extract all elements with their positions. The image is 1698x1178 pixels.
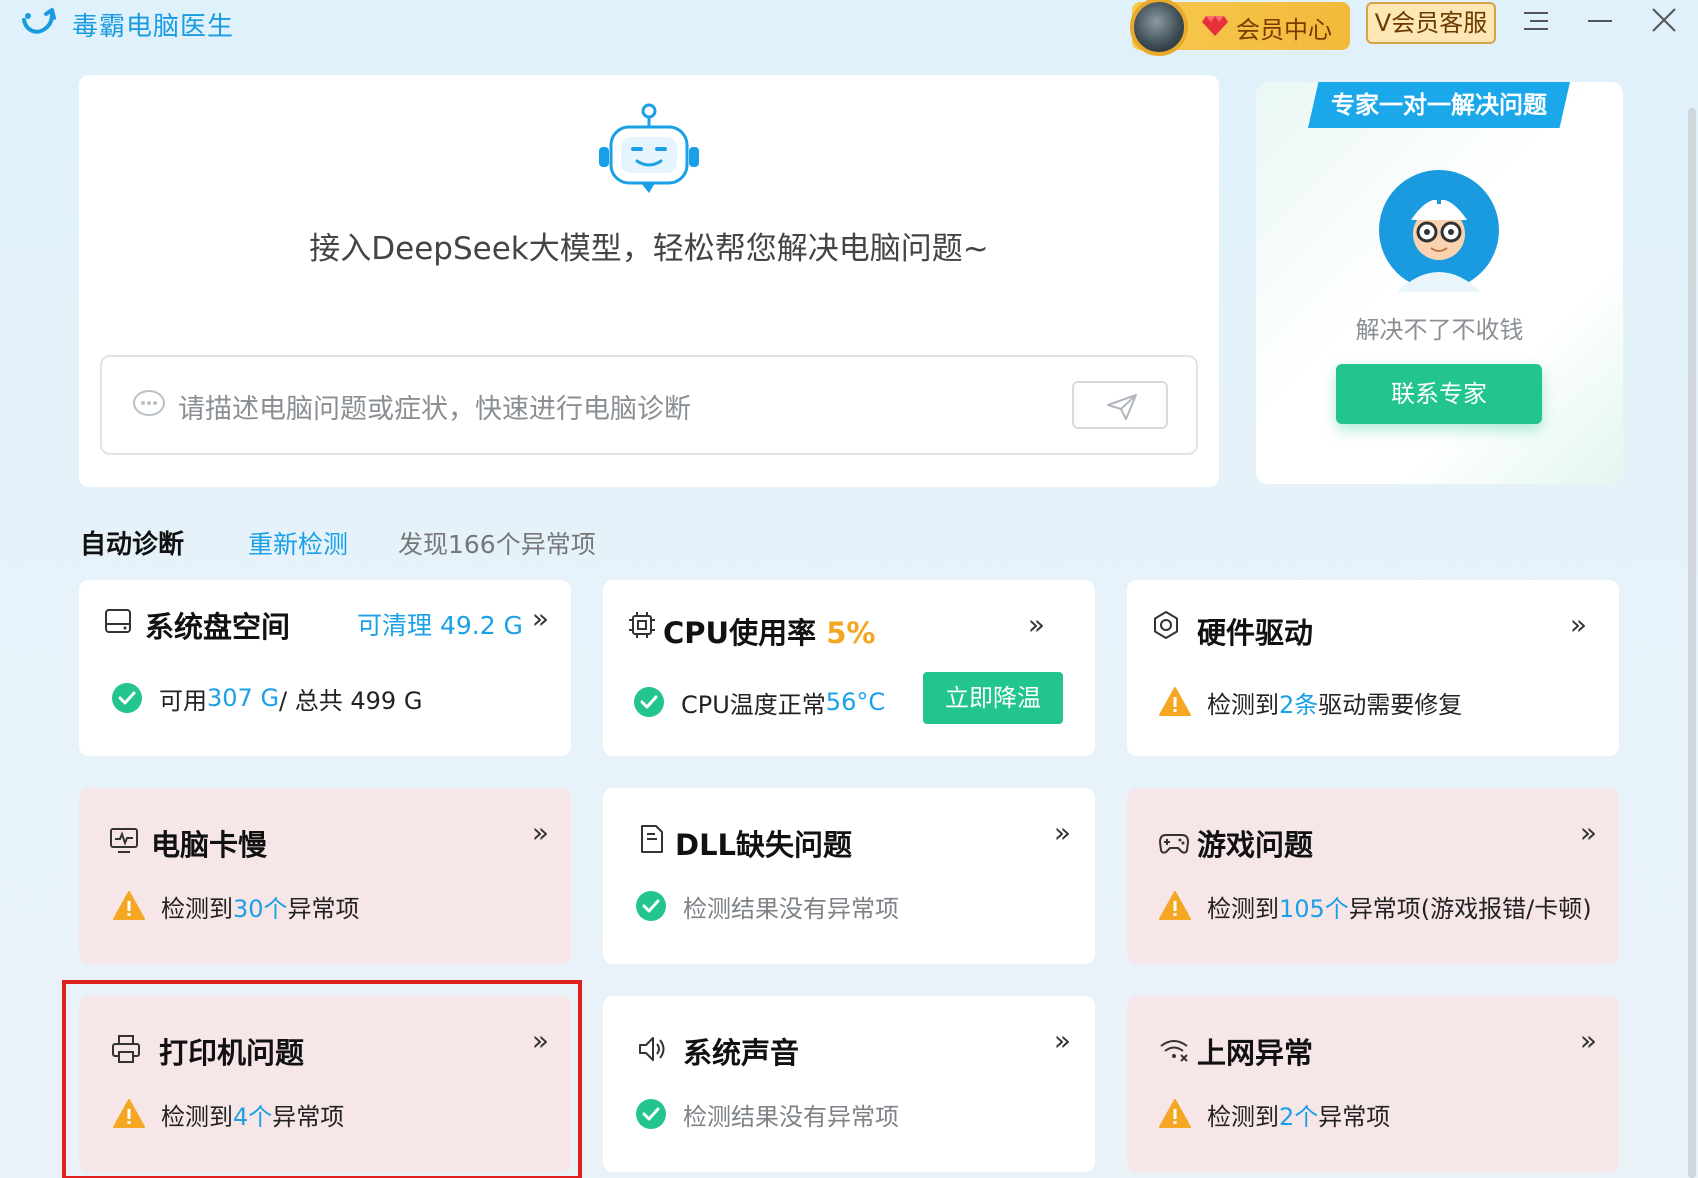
status-text: / 总共 499 G bbox=[279, 686, 423, 715]
card-status: CPU温度正常 56°C bbox=[633, 684, 885, 720]
card-title: 电脑卡慢 bbox=[151, 828, 268, 862]
monitor-icon bbox=[110, 828, 138, 853]
chevron-double-right-icon[interactable]: » bbox=[532, 816, 549, 849]
dll-file-icon bbox=[641, 825, 663, 853]
robot-icon bbox=[599, 103, 699, 193]
doctor-avatar-icon bbox=[1379, 170, 1499, 292]
chat-bubble-icon bbox=[133, 390, 165, 416]
card-title: 游戏问题 bbox=[1197, 828, 1314, 862]
card-title: 系统声音 bbox=[683, 1036, 800, 1070]
menu-icon[interactable] bbox=[1516, 6, 1556, 42]
card-slow-pc[interactable]: 电脑卡慢 » 检测到 30个 异常项 bbox=[79, 788, 571, 964]
status-text: 检测到 bbox=[161, 894, 233, 923]
warning-icon bbox=[1159, 687, 1191, 716]
close-icon[interactable] bbox=[1644, 6, 1684, 42]
check-circle-icon bbox=[634, 687, 664, 717]
expert-ribbon: 专家一对一解决问题 bbox=[1308, 82, 1570, 128]
disk-icon bbox=[105, 609, 131, 633]
chevron-double-right-icon[interactable]: » bbox=[1570, 608, 1587, 641]
status-value: 2个 bbox=[1279, 1102, 1319, 1131]
status-value: 105个 bbox=[1279, 894, 1349, 923]
warning-icon bbox=[113, 891, 145, 920]
scrollbar[interactable] bbox=[1688, 108, 1696, 1178]
card-game-issues[interactable]: 游戏问题 » 检测到 105个 异常项(游戏报错/卡顿) bbox=[1127, 788, 1619, 964]
chevron-double-right-icon[interactable]: » bbox=[1054, 1024, 1071, 1057]
card-dll-missing[interactable]: DLL缺失问题 » 检测结果没有异常项 bbox=[603, 788, 1095, 964]
status-text: 检测到 bbox=[1207, 690, 1279, 719]
title-bar: 毒霸电脑医生 会员中心 V会员客服 bbox=[0, 0, 1698, 56]
card-cpu-usage[interactable]: CPU使用率 5% » CPU温度正常 56°C 立即降温 bbox=[603, 580, 1095, 756]
wifi-error-icon bbox=[1160, 1040, 1188, 1062]
status-text: 检测结果没有异常项 bbox=[683, 894, 899, 923]
card-status: 检测到 30个 异常项 bbox=[113, 888, 360, 924]
speaker-icon bbox=[639, 1037, 665, 1061]
chevron-double-right-icon[interactable]: » bbox=[532, 602, 549, 635]
card-status: 检测结果没有异常项 bbox=[635, 1096, 899, 1132]
status-text: 检测到 bbox=[1207, 1102, 1279, 1131]
card-title: 系统盘空间 bbox=[145, 610, 291, 644]
check-circle-icon bbox=[636, 891, 666, 921]
card-title: CPU使用率 5% bbox=[663, 610, 875, 652]
cleanable-link[interactable]: 可清理 49.2 G bbox=[357, 606, 523, 642]
chevron-double-right-icon[interactable]: » bbox=[1580, 816, 1597, 849]
cpu-usage-value: 5% bbox=[826, 616, 876, 650]
expert-card: 专家一对一解决问题 解决不了不收钱 联系专家 bbox=[1256, 82, 1623, 484]
card-disk-space[interactable]: 系统盘空间 可清理 49.2 G » 可用 307 G / 总共 499 G bbox=[79, 580, 571, 756]
status-text: 检测结果没有异常项 bbox=[683, 1102, 899, 1131]
ai-headline: 接入DeepSeek大模型，轻松帮您解决电脑问题~ bbox=[309, 231, 989, 267]
status-value: 30个 bbox=[233, 894, 288, 923]
cool-down-button[interactable]: 立即降温 bbox=[923, 672, 1063, 724]
status-value: 56°C bbox=[825, 688, 886, 716]
recheck-link[interactable]: 重新检测 bbox=[248, 525, 348, 561]
gear-icon bbox=[1154, 611, 1178, 639]
status-text: 异常项(游戏报错/卡顿) bbox=[1348, 894, 1592, 923]
card-status: 检测到 105个 异常项(游戏报错/卡顿) bbox=[1159, 888, 1592, 924]
status-text: 异常项 bbox=[1318, 1102, 1391, 1131]
found-count: 发现166个异常项 bbox=[398, 530, 596, 559]
status-text: 检测到 bbox=[1207, 894, 1279, 923]
card-status: 检测结果没有异常项 bbox=[635, 888, 899, 924]
chevron-double-right-icon[interactable]: » bbox=[1028, 608, 1045, 641]
card-system-sound[interactable]: 系统声音 » 检测结果没有异常项 bbox=[603, 996, 1095, 1172]
contact-expert-button[interactable]: 联系专家 bbox=[1336, 364, 1542, 424]
status-text: 异常项 bbox=[287, 894, 360, 923]
status-text: CPU温度正常 bbox=[681, 690, 826, 719]
card-title: 上网异常 bbox=[1197, 1036, 1314, 1070]
chevron-double-right-icon[interactable]: » bbox=[1054, 816, 1071, 849]
avatar[interactable] bbox=[1130, 0, 1188, 56]
send-button[interactable] bbox=[1072, 381, 1168, 429]
card-network-issues[interactable]: 上网异常 » 检测到 2个 异常项 bbox=[1127, 996, 1619, 1172]
diamond-icon bbox=[1202, 16, 1228, 36]
status-value: 307 G bbox=[207, 684, 280, 712]
card-status: 可用 307 G / 总共 499 G bbox=[111, 680, 422, 716]
check-circle-icon bbox=[112, 683, 142, 713]
check-circle-icon bbox=[636, 1099, 666, 1129]
vip-service-button[interactable]: V会员客服 bbox=[1366, 2, 1496, 44]
ai-question-input[interactable]: 请描述电脑问题或症状，快速进行电脑诊断 bbox=[100, 355, 1198, 455]
card-title-text: CPU使用率 bbox=[663, 616, 827, 650]
card-title: 硬件驱动 bbox=[1197, 616, 1314, 650]
status-text: 驱动需要修复 bbox=[1318, 690, 1463, 719]
vip-center-label[interactable]: 会员中心 bbox=[1236, 10, 1332, 45]
card-hardware-driver[interactable]: 硬件驱动 » 检测到 2条 驱动需要修复 bbox=[1127, 580, 1619, 756]
status-value: 2条 bbox=[1279, 690, 1319, 719]
minimize-icon[interactable] bbox=[1580, 6, 1620, 42]
app-logo-icon bbox=[22, 8, 56, 34]
warning-icon bbox=[1159, 891, 1191, 920]
cpu-icon bbox=[629, 612, 655, 638]
status-text: 可用 bbox=[159, 686, 207, 715]
chevron-double-right-icon[interactable]: » bbox=[1580, 1024, 1597, 1057]
gamepad-icon bbox=[1159, 834, 1189, 854]
send-icon bbox=[1107, 394, 1137, 420]
card-status: 检测到 2个 异常项 bbox=[1159, 1096, 1390, 1132]
card-status: 检测到 2条 驱动需要修复 bbox=[1159, 684, 1462, 720]
section-title: 自动诊断 bbox=[80, 530, 185, 560]
card-title: DLL缺失问题 bbox=[675, 828, 853, 862]
warning-icon bbox=[1159, 1099, 1191, 1128]
app-title: 毒霸电脑医生 bbox=[72, 12, 235, 42]
highlight-box bbox=[62, 980, 582, 1178]
ai-input-placeholder: 请描述电脑问题或症状，快速进行电脑诊断 bbox=[178, 394, 691, 425]
ai-assistant-card: 接入DeepSeek大模型，轻松帮您解决电脑问题~ 请描述电脑问题或症状，快速进… bbox=[79, 75, 1219, 487]
expert-note: 解决不了不收钱 bbox=[1355, 316, 1524, 344]
